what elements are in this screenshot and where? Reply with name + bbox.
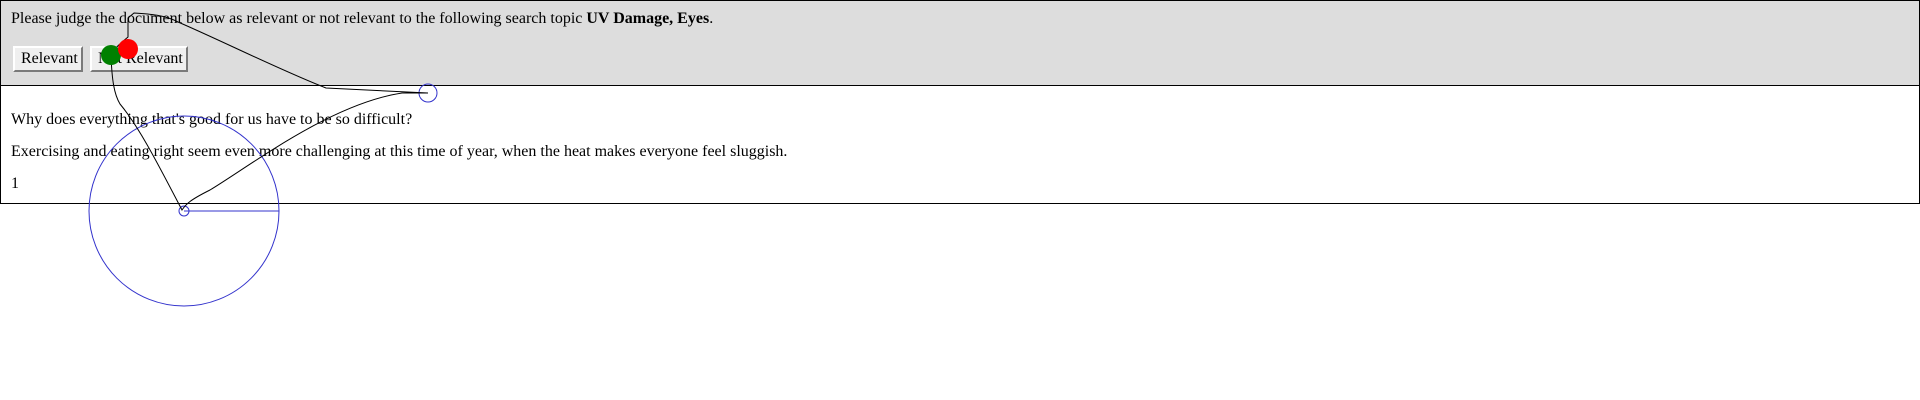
relevant-button[interactable]: Relevant [13,46,83,72]
document-panel: Why does everything that's good for us h… [0,85,1920,204]
instruction-suffix: . [709,10,714,27]
document-body: Exercising and eating right seem even mo… [11,143,788,160]
not-relevant-button[interactable]: Not Relevant [90,46,188,72]
target-center-circle [178,205,190,217]
instruction-text: Please judge the document below as relev… [11,10,713,28]
topic-panel: Please judge the document below as relev… [0,0,1920,86]
search-topic: UV Damage, Eyes [586,10,710,27]
document-rank: 1 [11,175,19,192]
judgment-page: Please judge the document below as relev… [0,0,1920,400]
document-title: Why does everything that's good for us h… [11,111,413,128]
instruction-prefix: Please judge the document below as relev… [11,10,583,27]
